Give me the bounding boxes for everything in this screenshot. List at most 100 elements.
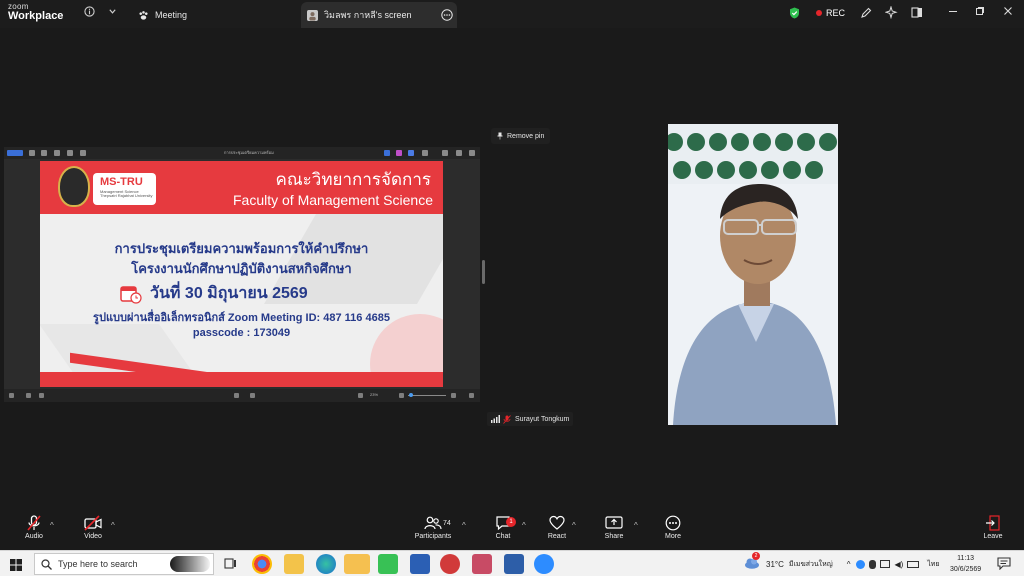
video-options-caret[interactable]: ^ — [111, 521, 115, 530]
task-view-icon[interactable] — [224, 557, 237, 575]
video-button[interactable]: Video — [80, 515, 106, 540]
zoom-app-icon[interactable] — [534, 554, 554, 574]
notification-icon[interactable] — [997, 557, 1011, 575]
shared-window-statusbar: 23% — [4, 389, 480, 402]
input-language[interactable]: ไทย — [927, 559, 939, 570]
status-icon — [9, 393, 14, 398]
network-icon[interactable] — [880, 560, 891, 568]
participant-video-frame — [668, 124, 838, 425]
react-button[interactable]: React — [544, 515, 570, 540]
participants-count: 74 — [443, 520, 451, 527]
shared-screen[interactable]: การประชุมเตรียมความพร้อม MS-TRU Manageme… — [4, 147, 480, 402]
status-icon — [234, 393, 239, 398]
weather-cloud-icon[interactable]: 2 — [744, 552, 760, 571]
zoom-logo: zoom Workplace — [8, 3, 63, 22]
ms-tru-logo: MS-TRU Management Science Thepsatri Raja… — [93, 173, 156, 205]
mic-muted-icon — [27, 515, 41, 531]
word-app-icon[interactable] — [410, 554, 430, 574]
tab-shared-screen[interactable]: วิมลพร กาหลี's screen — [301, 2, 457, 28]
file-explorer-app-icon[interactable] — [284, 554, 304, 574]
video-label: Video — [84, 533, 102, 540]
slide-body: การประชุมเตรียมความพร้อมการให้คำปรึกษา โ… — [40, 214, 443, 387]
zoom-level: 23% — [370, 392, 379, 397]
participants-button[interactable]: Participants — [410, 515, 456, 540]
taskbar-clock[interactable]: 11:13 30/6/2569 — [950, 553, 981, 575]
participant-name-tag: Surayut Tongkum — [487, 412, 574, 426]
react-options-caret[interactable]: ^ — [572, 521, 576, 530]
close-button[interactable] — [1003, 6, 1013, 19]
slide-line-5: passcode : 173049 — [192, 327, 291, 339]
more-label: More — [665, 533, 681, 540]
shared-window-title: การประชุมเตรียมความพร้อม — [224, 150, 274, 155]
faculty-name-english: Faculty of Management Science — [233, 192, 433, 208]
sticky-notes-app-icon[interactable] — [344, 554, 370, 574]
toolbar-icon — [67, 150, 73, 156]
remove-pin-button[interactable]: Remove pin — [491, 128, 551, 144]
temperature: 31°C — [766, 559, 784, 569]
participants-options-caret[interactable]: ^ — [462, 521, 466, 530]
toolbar-icon — [442, 150, 448, 156]
avatar-icon — [307, 9, 318, 21]
more-button[interactable]: More — [660, 515, 686, 540]
line-app-icon[interactable] — [378, 554, 398, 574]
system-tray: 2 31°C มีเมฆส่วนใหญ่ ^ ◀) ไทย — [744, 552, 940, 571]
share-button[interactable]: Share — [601, 515, 627, 540]
tab-meeting-label: Meeting — [155, 10, 188, 20]
shield-icon[interactable] — [789, 7, 800, 22]
participants-label: Participants — [414, 533, 452, 540]
windows-start-icon[interactable] — [10, 558, 22, 576]
app-icon-pink[interactable] — [472, 554, 492, 574]
microphone-tray-icon[interactable] — [869, 559, 877, 569]
recording-indicator[interactable]: REC — [816, 8, 845, 18]
slide-line-2: โครงงานนักศึกษาปฏิบัติงานสหกิจศึกษา — [131, 261, 352, 276]
toolbar-icon — [384, 150, 390, 156]
react-label: React — [547, 533, 567, 540]
zoom-tray-icon[interactable] — [856, 559, 866, 569]
slide-line-4: รูปแบบผ่านสื่ออิเล็กทรอนิกส์ Zoom Meetin… — [93, 312, 390, 324]
edge-app-icon[interactable] — [316, 554, 336, 574]
restore-button[interactable] — [975, 6, 985, 19]
tray-overflow-chevron-icon[interactable]: ^ — [847, 560, 851, 569]
toolbar-icon — [469, 150, 475, 156]
panel-resize-handle[interactable] — [482, 260, 485, 284]
toolbar-icon — [80, 150, 86, 156]
search-icon — [41, 558, 52, 570]
toolbar-icon — [422, 150, 428, 156]
pen-annotate-icon[interactable] — [860, 7, 872, 22]
calendar-icon — [120, 284, 142, 304]
tab-meeting[interactable]: Meeting — [138, 2, 187, 28]
chevron-down-icon[interactable] — [108, 7, 117, 19]
share-options-caret[interactable]: ^ — [634, 521, 638, 530]
clock-time: 11:13 — [957, 555, 975, 562]
taskbar-search-box[interactable]: Type here to search — [34, 553, 214, 575]
fit-icon — [469, 393, 474, 398]
minimize-button[interactable] — [948, 6, 958, 19]
more-options-icon[interactable] — [441, 9, 453, 23]
toolbar-icon — [396, 150, 402, 156]
app-icon-red[interactable] — [440, 554, 460, 574]
ms-tru-subtitle: Management Science Thepsatri Rajabhat Un… — [100, 189, 152, 199]
side-panel-icon[interactable] — [911, 7, 923, 21]
meeting-controls: Audio ^ Video ^ Participants 74 ^ Chat 1… — [0, 513, 1024, 550]
share-label: Share — [604, 533, 624, 540]
app-menu-icon — [7, 150, 23, 156]
share-screen-icon — [605, 516, 623, 529]
volume-icon[interactable]: ◀) — [894, 560, 903, 569]
app-icon-blue[interactable] — [504, 554, 524, 574]
battery-icon[interactable] — [907, 560, 920, 568]
leave-button[interactable]: Leave — [980, 515, 1006, 540]
zoom-in-icon — [451, 393, 456, 398]
chrome-app-icon[interactable] — [252, 554, 272, 574]
participant-video[interactable] — [668, 124, 838, 425]
info-icon[interactable] — [84, 6, 95, 20]
status-icon — [39, 393, 44, 398]
paw-icon — [139, 10, 148, 20]
audio-options-caret[interactable]: ^ — [50, 521, 54, 530]
chat-options-caret[interactable]: ^ — [522, 521, 526, 530]
sparkle-icon[interactable] — [884, 5, 898, 22]
zoom-out-icon — [399, 393, 404, 398]
heart-icon — [549, 515, 565, 530]
weather-badge: 2 — [752, 552, 760, 560]
audio-button[interactable]: Audio — [20, 515, 48, 540]
toolbar-icon — [54, 150, 60, 156]
